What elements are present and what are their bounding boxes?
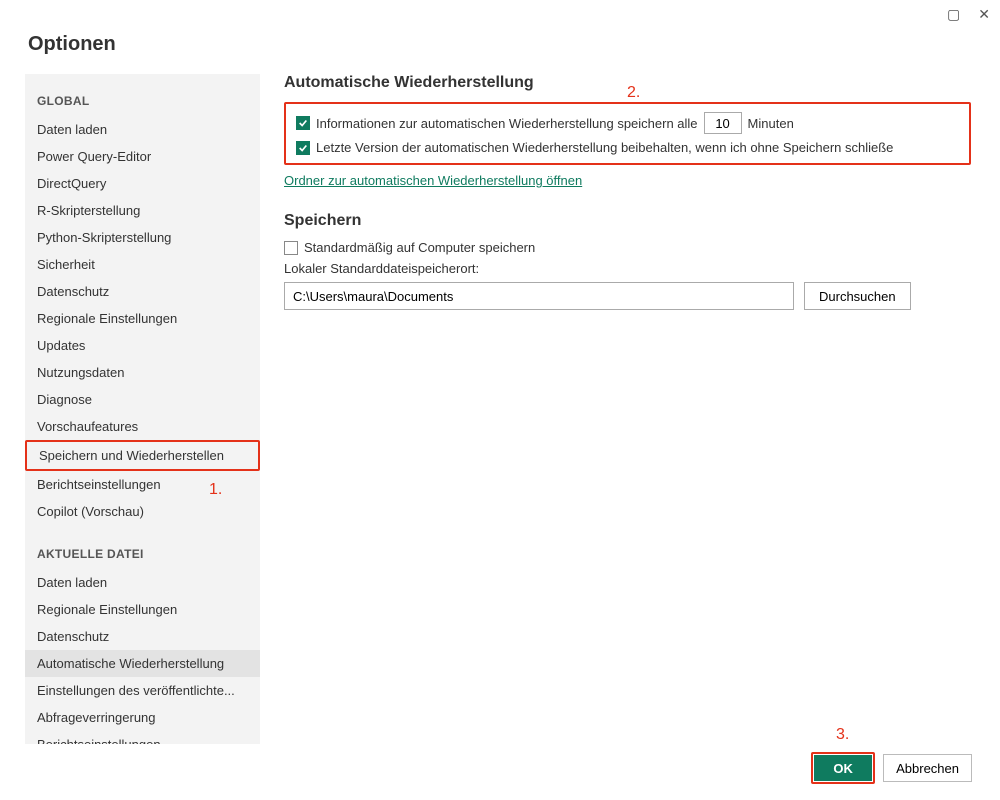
sidebar-section-global: GLOBAL: [25, 86, 260, 116]
checkbox-keep-last-autorecovery[interactable]: [296, 141, 310, 155]
sidebar-item-diagnose[interactable]: Diagnose: [25, 386, 260, 413]
sidebar-item-daten-laden[interactable]: Daten laden: [25, 116, 260, 143]
label-keep-last-autorecovery: Letzte Version der automatischen Wiederh…: [316, 140, 893, 155]
annotation-3: 3.: [836, 726, 849, 744]
sidebar-item-datenschutz[interactable]: Datenschutz: [25, 278, 260, 305]
checkbox-save-autorecovery[interactable]: [296, 116, 310, 130]
sidebar: GLOBAL Daten laden Power Query-Editor Di…: [25, 74, 260, 744]
sidebar-item-cf-einstellungen-veroeffentlichte[interactable]: Einstellungen des veröffentlichte...: [25, 677, 260, 704]
sidebar-item-sicherheit[interactable]: Sicherheit: [25, 251, 260, 278]
dialog-footer: OK Abbrechen: [811, 752, 972, 784]
browse-button[interactable]: Durchsuchen: [804, 282, 911, 310]
sidebar-item-power-query-editor[interactable]: Power Query-Editor: [25, 143, 260, 170]
label-save-autorecovery-suffix: Minuten: [748, 116, 794, 131]
link-open-autorecovery-folder[interactable]: Ordner zur automatischen Wiederherstellu…: [284, 173, 582, 188]
maximize-icon[interactable]: ▢: [947, 6, 960, 23]
sidebar-item-cf-daten-laden[interactable]: Daten laden: [25, 569, 260, 596]
sidebar-item-copilot-vorschau[interactable]: Copilot (Vorschau): [25, 498, 260, 525]
label-save-to-computer-default: Standardmäßig auf Computer speichern: [304, 240, 535, 255]
sidebar-item-cf-abfrageverringerung[interactable]: Abfrageverringerung: [25, 704, 260, 731]
options-dialog: ▢ ✕ Optionen GLOBAL Daten laden Power Qu…: [0, 0, 1000, 800]
sidebar-item-directquery[interactable]: DirectQuery: [25, 170, 260, 197]
label-default-local-path: Lokaler Standarddateispeicherort:: [284, 261, 971, 276]
sidebar-section-current-file: AKTUELLE DATEI: [25, 539, 260, 569]
label-save-autorecovery-prefix: Informationen zur automatischen Wiederhe…: [316, 116, 698, 131]
dialog-title: Optionen: [0, 29, 1000, 74]
sidebar-item-berichtseinstellungen[interactable]: Berichtseinstellungen: [25, 471, 260, 498]
cancel-button[interactable]: Abbrechen: [883, 754, 972, 782]
sidebar-item-regionale-einstellungen[interactable]: Regionale Einstellungen: [25, 305, 260, 332]
ok-button-highlight: OK: [811, 752, 875, 784]
save-heading: Speichern: [284, 212, 971, 230]
autorecovery-options-group: Informationen zur automatischen Wiederhe…: [284, 102, 971, 165]
sidebar-item-python-skripterstellung[interactable]: Python-Skripterstellung: [25, 224, 260, 251]
sidebar-item-cf-regionale-einstellungen[interactable]: Regionale Einstellungen: [25, 596, 260, 623]
sidebar-item-cf-datenschutz[interactable]: Datenschutz: [25, 623, 260, 650]
sidebar-item-updates[interactable]: Updates: [25, 332, 260, 359]
input-default-local-path[interactable]: [284, 282, 794, 310]
sidebar-item-r-skripterstellung[interactable]: R-Skripterstellung: [25, 197, 260, 224]
annotation-1: 1.: [209, 481, 222, 499]
titlebar: ▢ ✕: [0, 0, 1000, 29]
annotation-2: 2.: [627, 84, 640, 102]
content-panel: Automatische Wiederherstellung Informati…: [280, 74, 975, 744]
checkbox-save-to-computer-default[interactable]: [284, 241, 298, 255]
ok-button[interactable]: OK: [814, 755, 872, 781]
close-icon[interactable]: ✕: [978, 6, 990, 23]
sidebar-item-speichern-wiederherstellen[interactable]: Speichern und Wiederherstellen: [25, 440, 260, 471]
sidebar-item-cf-automatische-wiederherstellung[interactable]: Automatische Wiederherstellung: [25, 650, 260, 677]
sidebar-item-vorschaufeatures[interactable]: Vorschaufeatures: [25, 413, 260, 440]
input-autorecovery-minutes[interactable]: [704, 112, 742, 134]
sidebar-item-cf-berichtseinstellungen[interactable]: Berichtseinstellungen: [25, 731, 260, 744]
sidebar-item-nutzungsdaten[interactable]: Nutzungsdaten: [25, 359, 260, 386]
